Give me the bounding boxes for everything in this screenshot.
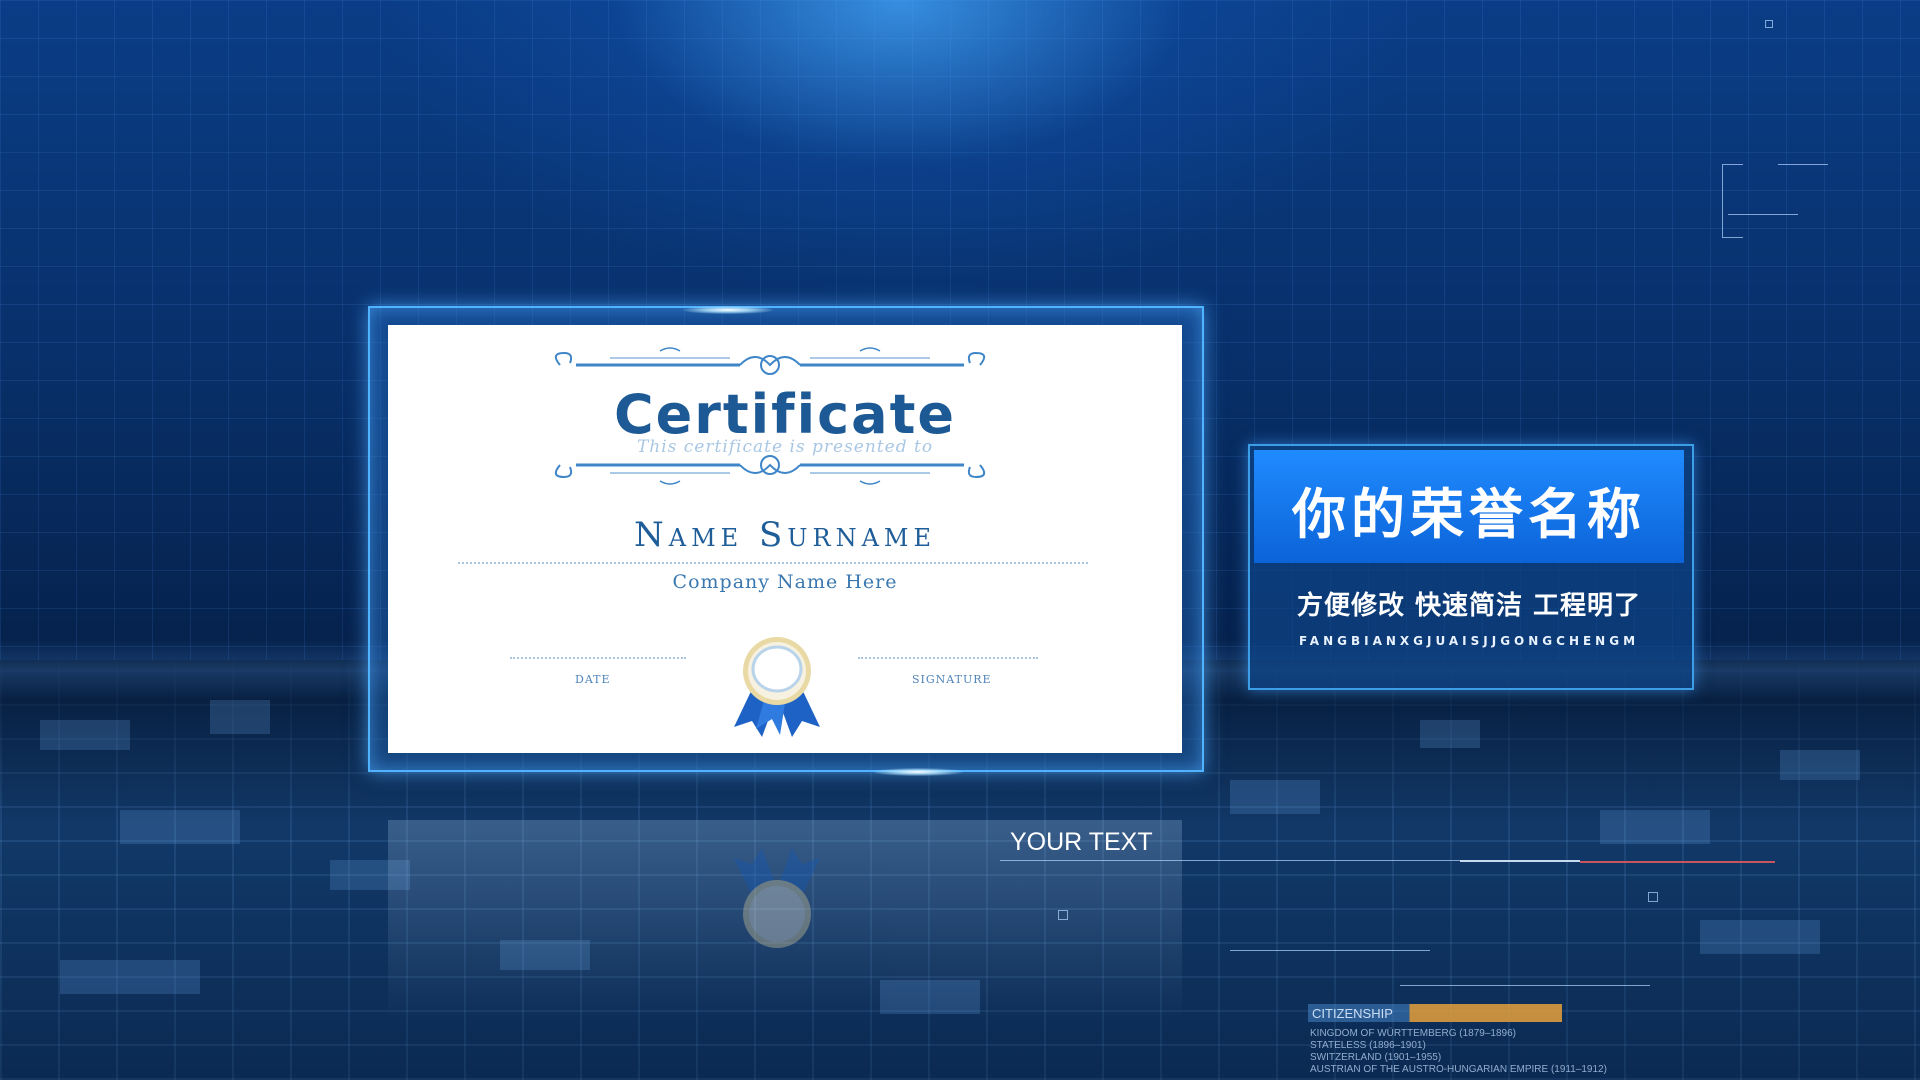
hud-line bbox=[1230, 950, 1430, 951]
hud-marker bbox=[1648, 892, 1658, 902]
name-underline bbox=[458, 562, 1088, 564]
your-text-label: YOUR TEXT bbox=[1010, 828, 1153, 856]
light-flare bbox=[873, 768, 963, 776]
light-flare bbox=[683, 306, 773, 314]
hud-corner-box bbox=[1765, 20, 1773, 28]
hud-line bbox=[1000, 860, 1460, 861]
hud-widget-line bbox=[1728, 214, 1798, 215]
date-line bbox=[510, 657, 686, 659]
medal-reflection-icon bbox=[734, 848, 820, 948]
history-line: SWITZERLAND (1901–1955) bbox=[1310, 1052, 1442, 1063]
hud-line bbox=[1460, 860, 1580, 862]
history-line: KINGDOM OF WÜRTTEMBERG (1879–1896) bbox=[1310, 1028, 1516, 1039]
date-label: DATE bbox=[575, 673, 611, 686]
honor-title: 你的荣誉名称 bbox=[1292, 483, 1646, 546]
history-line: STATELESS (1896–1901) bbox=[1310, 1040, 1426, 1051]
honor-subtitle: 方便修改 快速简洁 工程明了 bbox=[1296, 591, 1642, 621]
honor-pinyin: FANGBIANXGJUAISJJGONGCHENGM bbox=[1298, 634, 1640, 648]
certificate: Certificate This certificate is presente… bbox=[388, 325, 1182, 753]
hud-widget-line bbox=[1778, 164, 1828, 165]
hud-marker bbox=[1058, 910, 1068, 920]
signature-line bbox=[858, 657, 1038, 659]
hud-line bbox=[1400, 985, 1650, 986]
award-medal-icon bbox=[734, 637, 820, 737]
honor-title-bar: 你的荣誉名称 bbox=[1254, 450, 1684, 563]
recipient-name: Name Surname bbox=[634, 515, 936, 555]
hud-widget bbox=[1722, 164, 1743, 238]
ornament-top-icon bbox=[554, 347, 986, 375]
hud-red-line bbox=[1580, 861, 1775, 863]
signature-label: SIGNATURE bbox=[912, 673, 992, 686]
ornament-bottom-icon bbox=[554, 455, 986, 485]
citizenship-label: CITIZENSHIP bbox=[1312, 1006, 1393, 1021]
history-line: AUSTRIAN OF THE AUSTRO-HUNGARIAN EMPIRE … bbox=[1310, 1064, 1607, 1075]
company-name: Company Name Here bbox=[672, 571, 898, 593]
